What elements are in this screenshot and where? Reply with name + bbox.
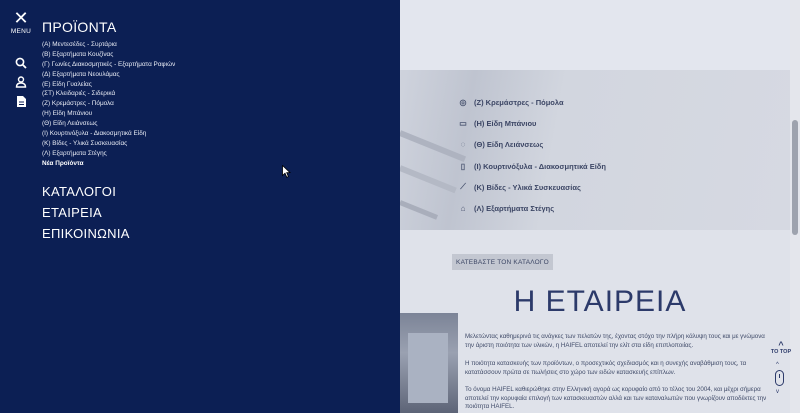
bath-icon: ▭	[459, 119, 467, 129]
document-icon[interactable]	[14, 94, 28, 108]
page-header-band	[400, 0, 800, 70]
download-catalog-button[interactable]: ΚΑΤΕΒΑΣΤΕ ΤΟΝ ΚΑΤΑΛΟΓΟ	[452, 254, 553, 270]
roof-icon: ⌂	[460, 204, 466, 214]
mouse-scroll-icon	[775, 370, 784, 386]
menu-panel: ✕ MENU ΠΡΟΪΟΝΤΑ (Α) Μεντεσέδες - Συρτάρι…	[0, 0, 400, 413]
submenu-item[interactable]: (Κ) Βίδες - Υλικά Συσκευασίας	[42, 139, 175, 149]
submenu-item[interactable]: (Ι) Κουρτινόξυλα - Διακοσμητικά Είδη	[42, 129, 175, 139]
mouse-cursor-icon	[282, 164, 292, 183]
user-icon[interactable]	[14, 75, 28, 89]
screw-icon: ⟋	[460, 182, 466, 192]
bookmark-icon: ▯	[460, 161, 466, 171]
submenu-item[interactable]: (Η) Είδη Μπάνιου	[42, 109, 175, 119]
submenu-item[interactable]: (Γ) Γωνίες Διακοσμητικές - Εξαρτήματα Ρα…	[42, 60, 175, 70]
category-list: ◎ (Ζ) Κρεμάστρες - Πόμολα ▭ (Η) Είδη Μπάνι…	[458, 92, 606, 219]
submenu-item[interactable]: (Α) Μεντεσέδες - Συρτάρια	[42, 40, 175, 50]
sanding-icon: ◌	[460, 140, 466, 150]
submenu-item[interactable]: (Δ) Εξαρτήματα Νεουλάμας	[42, 70, 175, 80]
submenu-item[interactable]: (Ζ) Κρεμάστρες - Πόμολα	[42, 99, 175, 109]
chevron-up-icon: ^	[778, 340, 784, 350]
main-menu: ΚΑΤΑΛΟΓΟΙ ΕΤΑΙΡΕΙΑ ΕΠΙΚΟΙΝΩΝΙΑ	[42, 181, 130, 244]
to-top-button[interactable]: ^ TO TOP	[770, 340, 792, 356]
search-icon[interactable]	[14, 56, 28, 70]
company-photo	[400, 313, 458, 413]
chevron-up-icon: ^	[776, 362, 779, 368]
company-paragraph: Το όνομα HAIFEL καθιερώθηκε στην Ελληνικ…	[465, 386, 767, 411]
submenu-item-new-products[interactable]: Νέα Προϊόντα	[42, 159, 175, 169]
category-item[interactable]: ◌ (Θ) Είδη Λειάνσεως	[458, 134, 606, 155]
scrollbar-thumb[interactable]	[792, 120, 798, 235]
products-submenu: (Α) Μεντεσέδες - Συρτάρια (Β) Εξαρτήματα…	[42, 40, 175, 169]
menu-item-company[interactable]: ΕΤΑΙΡΕΙΑ	[42, 202, 130, 223]
menu-products-title[interactable]: ΠΡΟΪΟΝΤΑ	[42, 19, 116, 35]
menu-item-contact[interactable]: ΕΠΙΚΟΙΝΩΝΙΑ	[42, 223, 130, 244]
menu-item-catalogs[interactable]: ΚΑΤΑΛΟΓΟΙ	[42, 181, 130, 202]
submenu-item[interactable]: (Λ) Εξαρτήματα Στέγης	[42, 149, 175, 159]
knob-icon: ◎	[459, 98, 467, 108]
background-page: ◎ (Ζ) Κρεμάστρες - Πόμολα ▭ (Η) Είδη Μπάνι…	[400, 0, 800, 413]
category-item[interactable]: ▭ (Η) Είδη Μπάνιου	[458, 113, 606, 134]
submenu-item[interactable]: (Β) Εξαρτήματα Κουζίνας	[42, 50, 175, 60]
company-paragraph: Μελετώντας καθημερινά τις ανάγκες των πε…	[465, 333, 765, 349]
category-item[interactable]: ⌂ (Λ) Εξαρτήματα Στέγης	[458, 198, 606, 219]
submenu-item[interactable]: (ΣΤ) Κλειδαριές - Σιδερικά	[42, 89, 175, 99]
submenu-item[interactable]: (Θ) Είδη Λειάνσεως	[42, 119, 175, 129]
submenu-item[interactable]: (Ε) Είδη Γυαλείας	[42, 80, 175, 90]
category-item[interactable]: ⟋ (Κ) Βίδες - Υλικά Συσκευασίας	[458, 177, 606, 198]
chevron-down-icon: v	[776, 389, 779, 395]
close-icon: ✕	[13, 8, 29, 28]
side-icon-bar	[14, 56, 28, 113]
category-item[interactable]: ▯ (Ι) Κουρτινόξυλα - Διακοσμητικά Είδη	[458, 156, 606, 177]
company-paragraph: Η ποιότητα κατασκευής των προϊόντων, ο π…	[465, 360, 747, 376]
close-menu-button[interactable]: ✕ MENU	[10, 8, 32, 35]
category-item[interactable]: ◎ (Ζ) Κρεμάστρες - Πόμολα	[458, 92, 606, 113]
company-title: Η ΕΤΑΙΡΕΙΑ	[513, 285, 687, 318]
